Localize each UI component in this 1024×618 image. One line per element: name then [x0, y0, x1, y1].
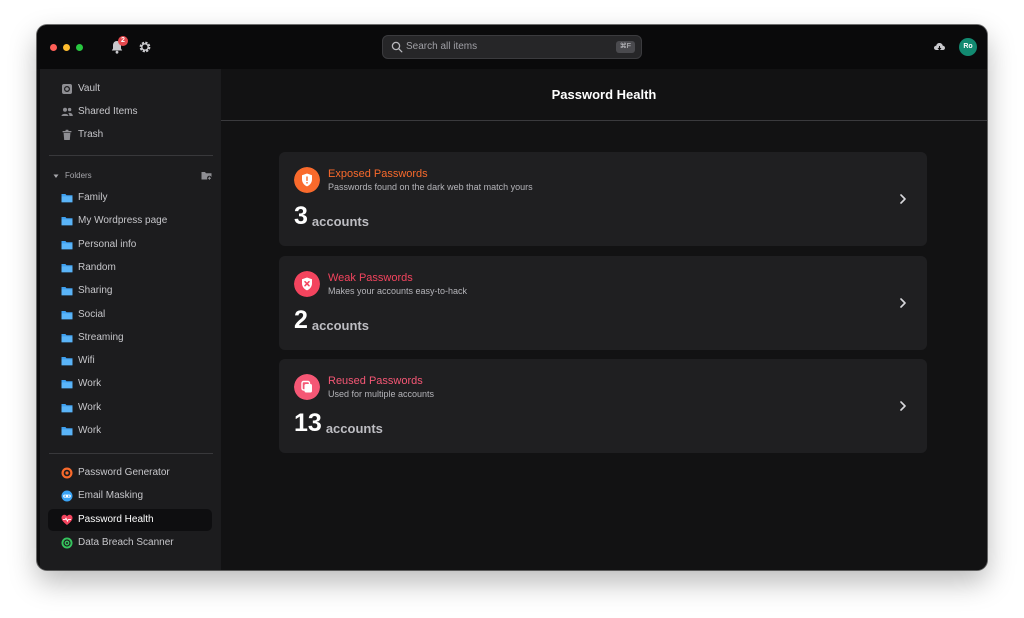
sidebar-item-label: Email Masking	[78, 490, 144, 501]
add-folder-icon[interactable]	[201, 170, 212, 181]
search-input[interactable]: Search all items ⌘F	[382, 35, 642, 59]
zoom-window-button[interactable]	[76, 44, 83, 51]
card-subtitle: Used for multiple accounts	[328, 389, 435, 399]
folder-label: Work	[78, 425, 102, 436]
sidebar-folder-item[interactable]: Streaming	[48, 327, 212, 349]
sidebar: Vault Shared Items Trash Folders Family …	[40, 69, 221, 570]
vault-icon	[62, 84, 72, 94]
folder-label: Work	[78, 401, 102, 413]
folder-icon	[61, 310, 73, 319]
titlebar: 2 Search all items ⌘F Ro	[37, 25, 987, 69]
chevron-right-icon	[900, 194, 906, 204]
main-header: Password Health	[221, 69, 987, 121]
sidebar-folder-item[interactable]: Work	[48, 420, 212, 442]
folder-icon	[61, 333, 73, 343]
reused-passwords-card[interactable]: Reused Passwords Used for multiple accou…	[279, 359, 927, 453]
folder-icon	[61, 403, 73, 412]
sidebar-folder-item[interactable]: Sharing	[48, 280, 212, 302]
folder-label: Sharing	[78, 285, 113, 297]
folder-icon	[61, 287, 73, 296]
folder-label: Personal info	[78, 238, 137, 250]
card-title: Reused Passwords	[328, 375, 423, 387]
folder-label: Random	[78, 261, 116, 273]
main-content: Password Health Exposed Passwords Passwo…	[221, 69, 987, 570]
search-placeholder: Search all items	[406, 41, 478, 52]
folder-icon	[61, 194, 73, 203]
trash-icon	[62, 129, 72, 140]
card-count: 3	[294, 202, 308, 230]
heart-pulse-icon	[61, 514, 73, 525]
sidebar-item-label: Data Breach Scanner	[78, 537, 174, 548]
search-shortcut: ⌘F	[615, 41, 635, 53]
breach-scanner-icon	[61, 537, 73, 549]
chevron-right-icon	[900, 401, 906, 411]
folder-label: Streaming	[78, 331, 124, 343]
sidebar-folder-item[interactable]: My Wordpress page	[48, 210, 212, 232]
folder-icon	[61, 380, 73, 389]
card-count: 2	[294, 306, 308, 334]
users-icon	[61, 107, 73, 116]
sidebar-item-label: Password Generator	[78, 467, 170, 478]
close-window-button[interactable]	[50, 44, 57, 51]
folder-icon	[61, 217, 73, 226]
sidebar-item-password-health[interactable]: Password Health	[48, 509, 212, 531]
sidebar-item-vault[interactable]: Vault	[48, 78, 212, 100]
folder-icon	[61, 427, 73, 436]
sidebar-folder-item[interactable]: Social	[48, 304, 212, 326]
avatar[interactable]: Ro	[959, 38, 977, 56]
folders-section-header[interactable]: Folders	[50, 170, 212, 184]
card-title: Exposed Passwords	[328, 168, 428, 180]
sidebar-folder-item[interactable]: Personal info	[48, 234, 212, 256]
weak-passwords-card[interactable]: Weak Passwords Makes your accounts easy-…	[279, 256, 927, 350]
card-count-unit: accounts	[311, 318, 369, 333]
folder-label: Social	[78, 308, 106, 320]
sidebar-folder-item[interactable]: Random	[48, 257, 212, 279]
cloud-sync-icon[interactable]	[933, 40, 946, 53]
card-subtitle: Passwords found on the dark web that mat…	[328, 182, 533, 192]
sidebar-folder-item[interactable]: Wifi	[48, 350, 212, 372]
card-count-unit: accounts	[325, 421, 383, 436]
search-icon	[391, 41, 403, 53]
folder-label: Family	[78, 192, 108, 203]
sidebar-item-label: Vault	[78, 83, 101, 94]
folder-icon	[61, 357, 73, 366]
copy-icon	[294, 374, 320, 400]
folders-label: Folders	[65, 171, 92, 180]
card-count: 13	[294, 409, 322, 437]
minimize-window-button[interactable]	[63, 44, 70, 51]
email-masking-icon	[61, 490, 73, 502]
folder-icon	[61, 263, 73, 273]
sidebar-item-password-generator[interactable]: Password Generator	[48, 462, 212, 484]
gear-icon[interactable]	[138, 40, 152, 54]
shield-alert-icon	[294, 167, 320, 193]
chevron-right-icon	[900, 298, 906, 308]
folder-label: Work	[78, 378, 102, 390]
sidebar-item-label: Trash	[78, 129, 104, 140]
folder-label: My Wordpress page	[78, 215, 168, 227]
sidebar-item-email-masking[interactable]: Email Masking	[48, 485, 212, 507]
notification-badge: 2	[118, 36, 128, 46]
caret-down-icon	[53, 174, 59, 178]
card-count-unit: accounts	[311, 214, 369, 229]
sidebar-folder-item[interactable]: Work	[48, 373, 212, 395]
card-subtitle: Makes your accounts easy-to-hack	[328, 286, 468, 296]
sidebar-divider	[49, 155, 213, 156]
exposed-passwords-card[interactable]: Exposed Passwords Passwords found on the…	[279, 152, 927, 246]
shield-x-icon	[294, 271, 320, 297]
password-generator-icon	[61, 467, 73, 479]
sidebar-folder-item[interactable]: Work	[48, 397, 212, 419]
folder-icon	[61, 240, 73, 249]
sidebar-item-data-breach-scanner[interactable]: Data Breach Scanner	[48, 532, 212, 554]
sidebar-divider	[49, 453, 213, 454]
sidebar-folder-item[interactable]: Family	[48, 187, 212, 209]
sidebar-item-shared-items[interactable]: Shared Items	[48, 101, 212, 123]
sidebar-item-trash[interactable]: Trash	[48, 124, 212, 146]
page-title: Password Health	[551, 87, 657, 102]
folder-label: Wifi	[78, 355, 95, 367]
card-title: Weak Passwords	[328, 272, 413, 284]
sidebar-item-label: Shared Items	[78, 106, 138, 117]
app-window: 2 Search all items ⌘F Ro Vault Shared It…	[37, 25, 987, 570]
sidebar-item-label: Password Health	[78, 514, 154, 525]
